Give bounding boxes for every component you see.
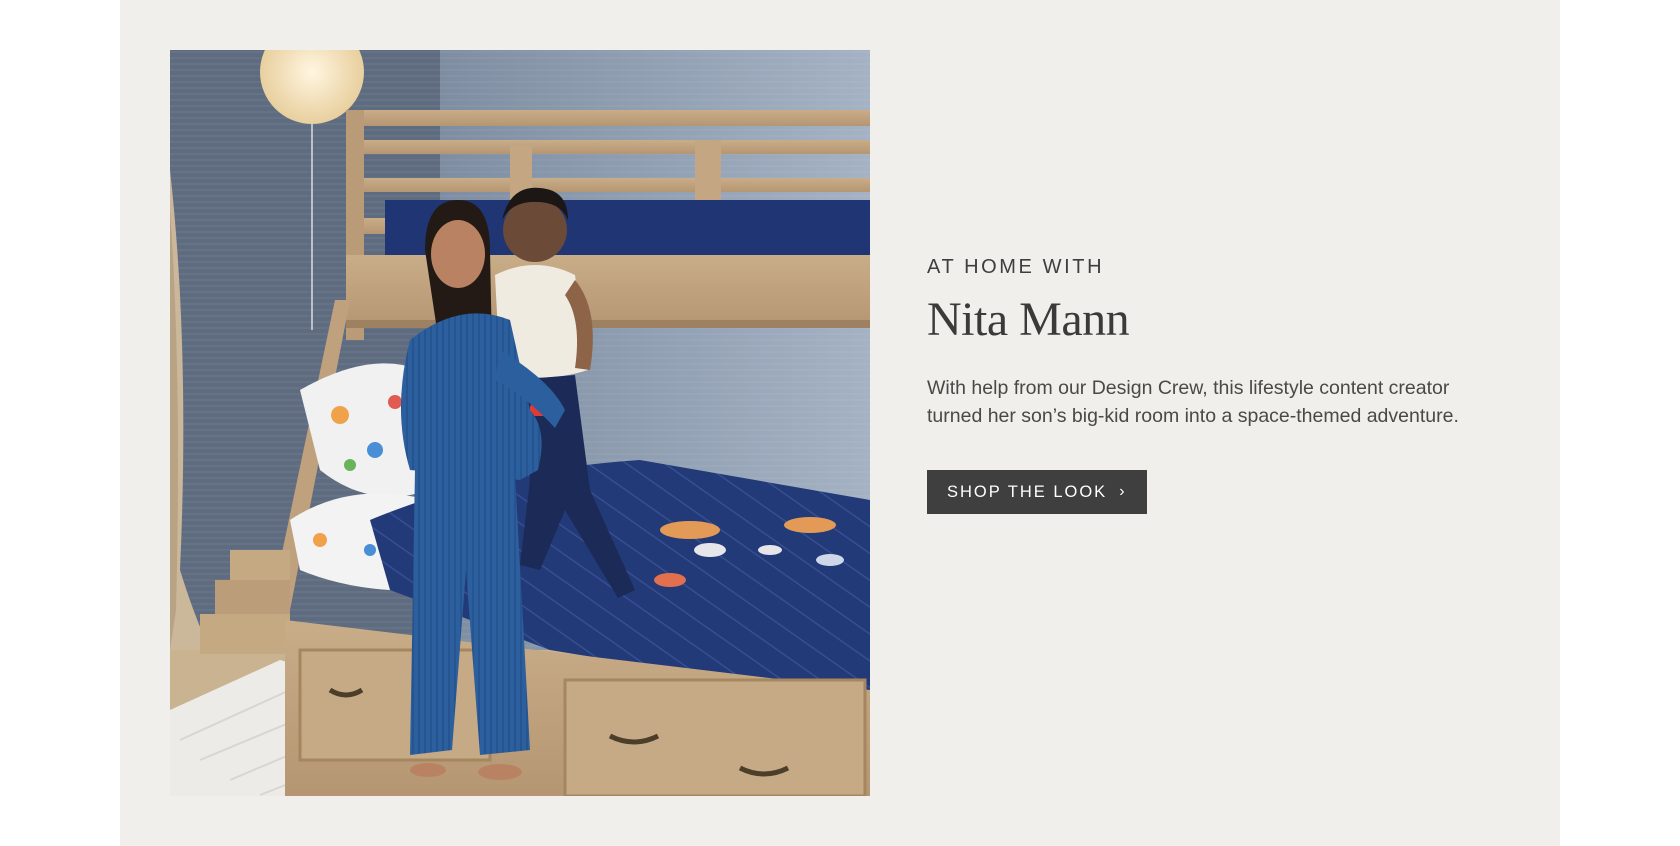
feature-copy: AT HOME WITH Nita Mann With help from ou… — [927, 254, 1507, 514]
feature-photo — [170, 50, 870, 796]
feature-eyebrow: AT HOME WITH — [927, 256, 1105, 278]
shop-the-look-button[interactable]: SHOP THE LOOK › — [927, 470, 1147, 514]
shop-the-look-label: SHOP THE LOOK — [947, 482, 1108, 501]
chevron-right-icon: › — [1119, 483, 1125, 500]
feature-panel: AT HOME WITH Nita Mann With help from ou… — [120, 0, 1560, 846]
feature-title: Nita Mann — [927, 293, 1130, 346]
page: AT HOME WITH Nita Mann With help from ou… — [0, 0, 1680, 846]
bunk-bed-room-illustration — [170, 50, 870, 796]
feature-description: With help from our Design Crew, this lif… — [927, 377, 1459, 427]
